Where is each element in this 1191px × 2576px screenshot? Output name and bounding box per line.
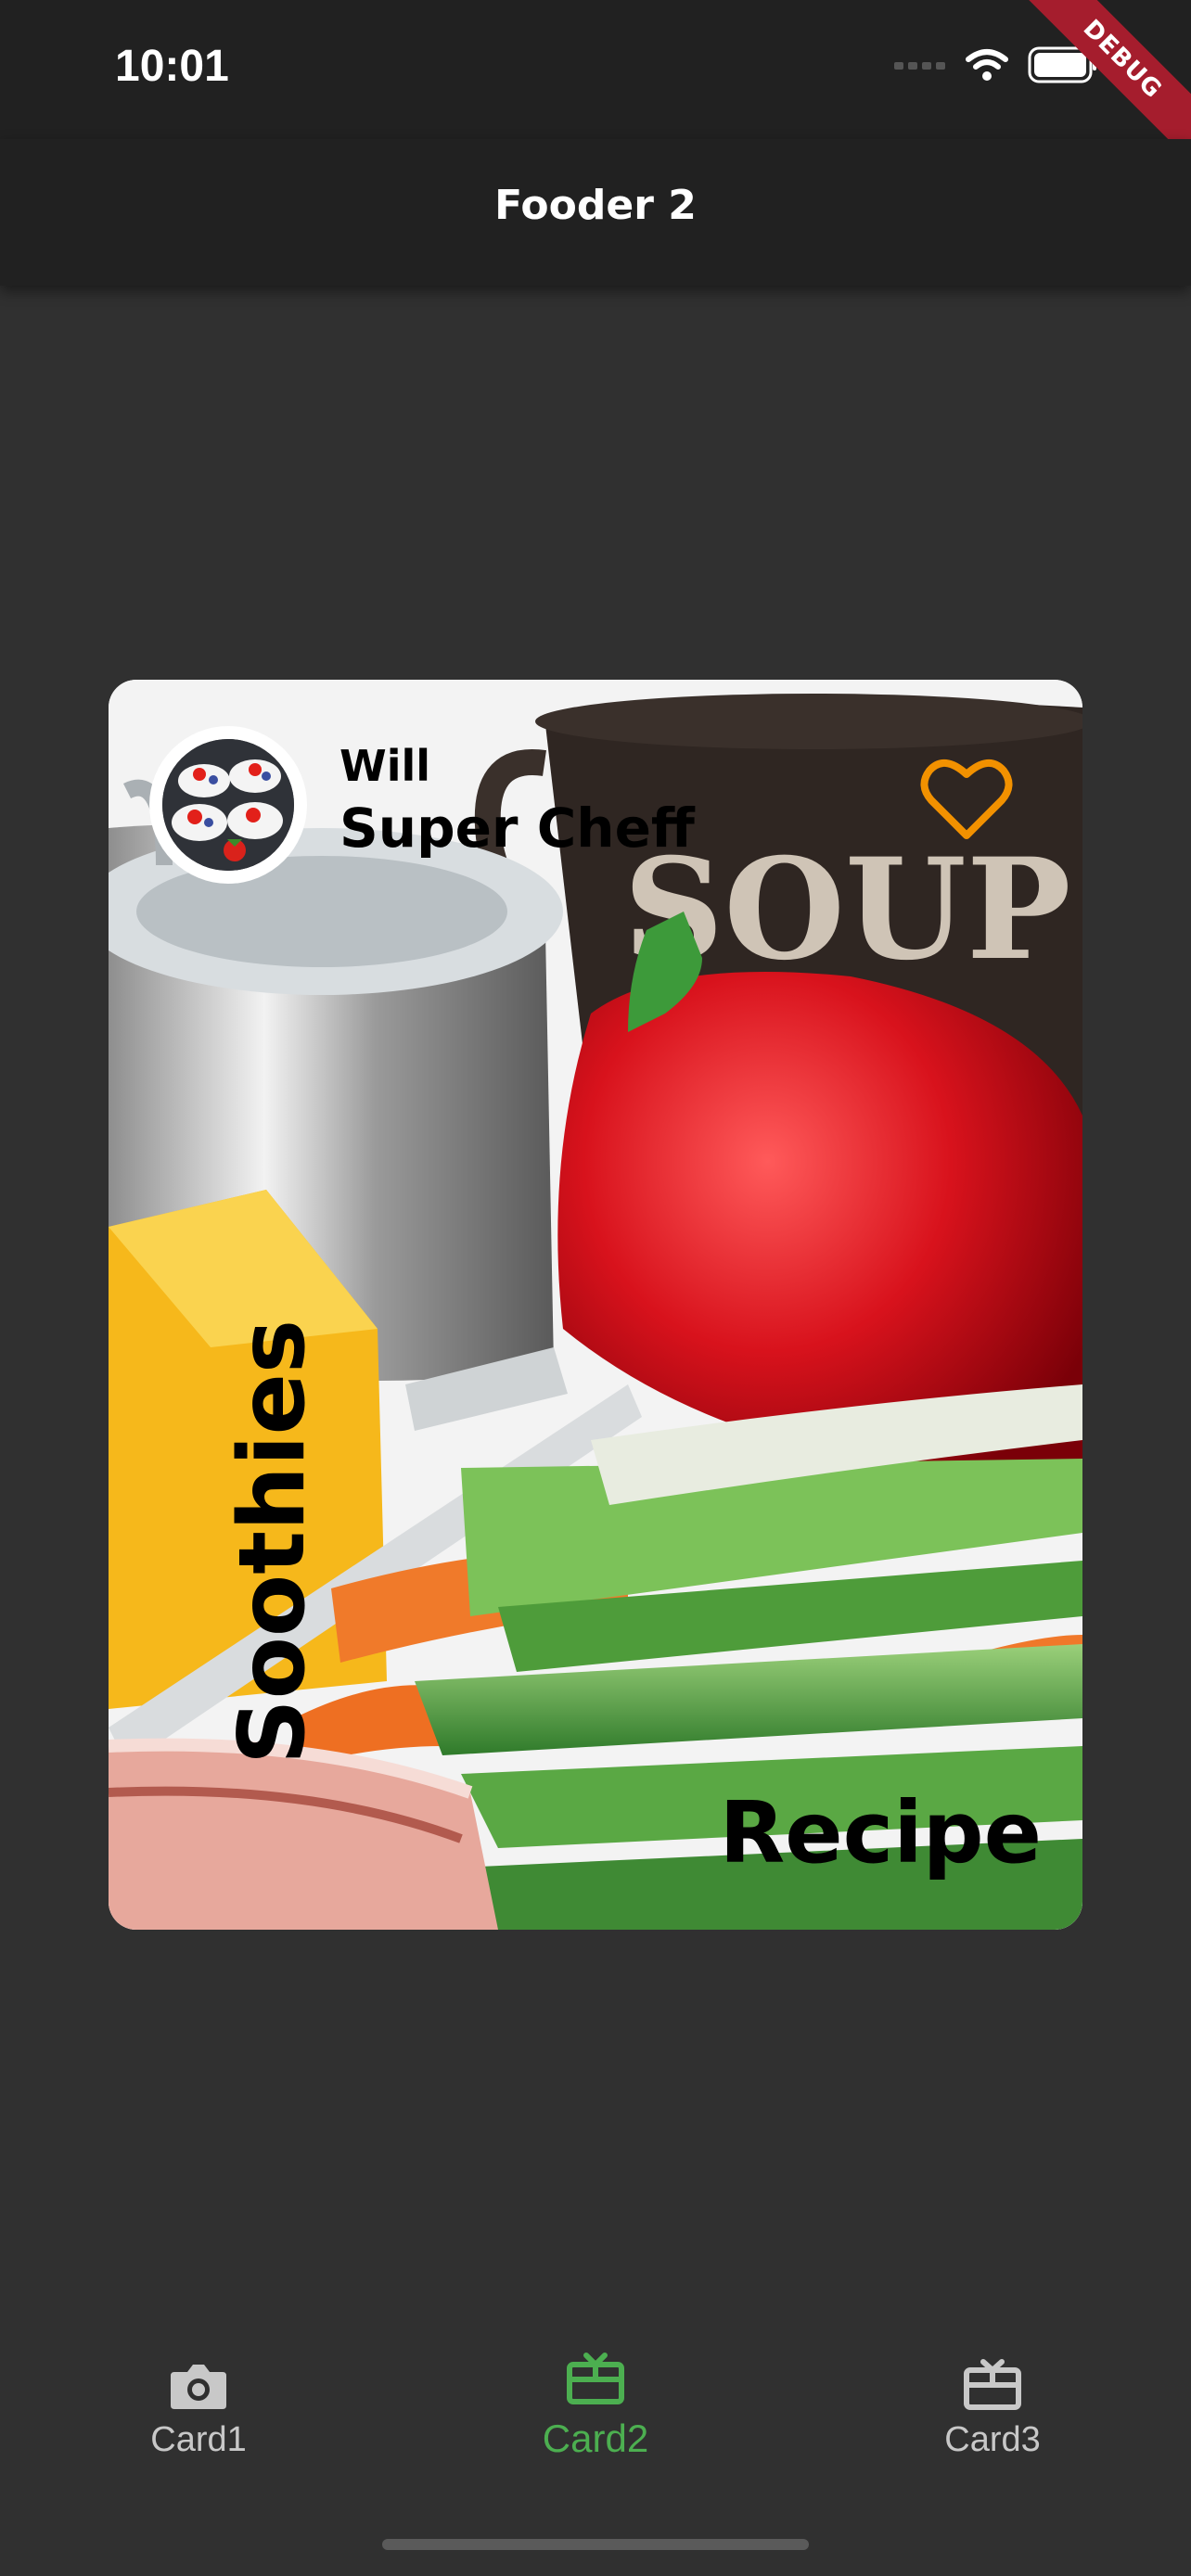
nav-label-card1: Card1 — [150, 2420, 247, 2459]
card-giftcard-icon — [567, 2353, 624, 2404]
card-giftcard-icon — [964, 2359, 1021, 2410]
status-time: 10:01 — [115, 42, 229, 91]
author-title: Super Cheff — [339, 797, 695, 860]
signal-icon — [894, 62, 945, 70]
favorite-heart-icon[interactable] — [920, 756, 1013, 841]
nav-item-card3[interactable]: Card3 — [853, 2359, 1132, 2460]
recipe-card[interactable]: SOUP Will Super Cheff Soothies Recipe — [109, 680, 1082, 1930]
status-icons — [894, 46, 1098, 83]
nav-label-card2: Card2 — [542, 2417, 649, 2460]
recipe-label: Recipe — [719, 1783, 1042, 1882]
page-title: Fooder 2 — [494, 182, 697, 229]
bottom-navigation: Card1 Card2 Card3 — [0, 2303, 1191, 2576]
nav-item-card1[interactable]: Card1 — [59, 2359, 338, 2460]
status-bar: 10:01 DEBUG — [0, 0, 1191, 175]
nav-item-card2[interactable]: Card2 — [456, 2352, 735, 2461]
avatar[interactable] — [149, 726, 307, 884]
author-name: Will — [339, 741, 431, 791]
home-indicator[interactable] — [382, 2539, 809, 2550]
app-bar: Fooder 2 — [0, 139, 1191, 286]
category-label: Soothies — [220, 1319, 326, 1765]
wifi-icon — [966, 49, 1008, 81]
camera-icon — [171, 2365, 226, 2409]
nav-label-card3: Card3 — [944, 2420, 1041, 2459]
avatar-image — [162, 739, 294, 871]
